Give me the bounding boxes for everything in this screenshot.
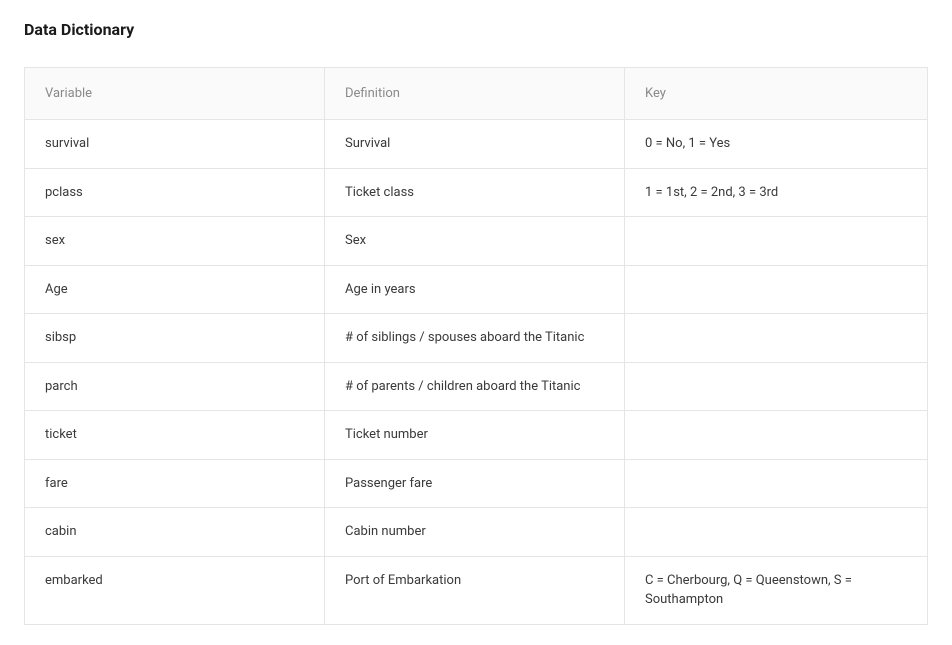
cell-key [625, 265, 928, 314]
cell-variable: Age [25, 265, 325, 314]
table-row: survival Survival 0 = No, 1 = Yes [25, 120, 928, 169]
cell-definition: # of siblings / spouses aboard the Titan… [325, 314, 625, 363]
table-row: sibsp # of siblings / spouses aboard the… [25, 314, 928, 363]
table-row: fare Passenger fare [25, 459, 928, 508]
cell-variable: parch [25, 362, 325, 411]
cell-definition: Survival [325, 120, 625, 169]
cell-definition: Ticket class [325, 168, 625, 217]
cell-variable: survival [25, 120, 325, 169]
cell-variable: ticket [25, 411, 325, 460]
cell-key [625, 459, 928, 508]
cell-key [625, 508, 928, 557]
data-dictionary-table: Variable Definition Key survival Surviva… [24, 67, 928, 625]
page-title: Data Dictionary [24, 20, 928, 39]
table-row: sex Sex [25, 217, 928, 266]
cell-key [625, 411, 928, 460]
table-row: cabin Cabin number [25, 508, 928, 557]
cell-definition: Ticket number [325, 411, 625, 460]
cell-definition: Port of Embarkation [325, 556, 625, 624]
cell-variable: cabin [25, 508, 325, 557]
cell-key: C = Cherbourg, Q = Queenstown, S = South… [625, 556, 928, 624]
cell-key [625, 217, 928, 266]
cell-key [625, 314, 928, 363]
cell-key [625, 362, 928, 411]
cell-variable: sibsp [25, 314, 325, 363]
cell-definition: Passenger fare [325, 459, 625, 508]
header-variable: Variable [25, 68, 325, 120]
table-row: parch # of parents / children aboard the… [25, 362, 928, 411]
table-row: embarked Port of Embarkation C = Cherbou… [25, 556, 928, 624]
cell-variable: fare [25, 459, 325, 508]
table-row: Age Age in years [25, 265, 928, 314]
cell-key: 0 = No, 1 = Yes [625, 120, 928, 169]
cell-definition: # of parents / children aboard the Titan… [325, 362, 625, 411]
table-row: pclass Ticket class 1 = 1st, 2 = 2nd, 3 … [25, 168, 928, 217]
cell-variable: sex [25, 217, 325, 266]
cell-definition: Age in years [325, 265, 625, 314]
cell-definition: Cabin number [325, 508, 625, 557]
cell-definition: Sex [325, 217, 625, 266]
table-row: ticket Ticket number [25, 411, 928, 460]
header-key: Key [625, 68, 928, 120]
cell-key: 1 = 1st, 2 = 2nd, 3 = 3rd [625, 168, 928, 217]
cell-variable: embarked [25, 556, 325, 624]
header-definition: Definition [325, 68, 625, 120]
cell-variable: pclass [25, 168, 325, 217]
